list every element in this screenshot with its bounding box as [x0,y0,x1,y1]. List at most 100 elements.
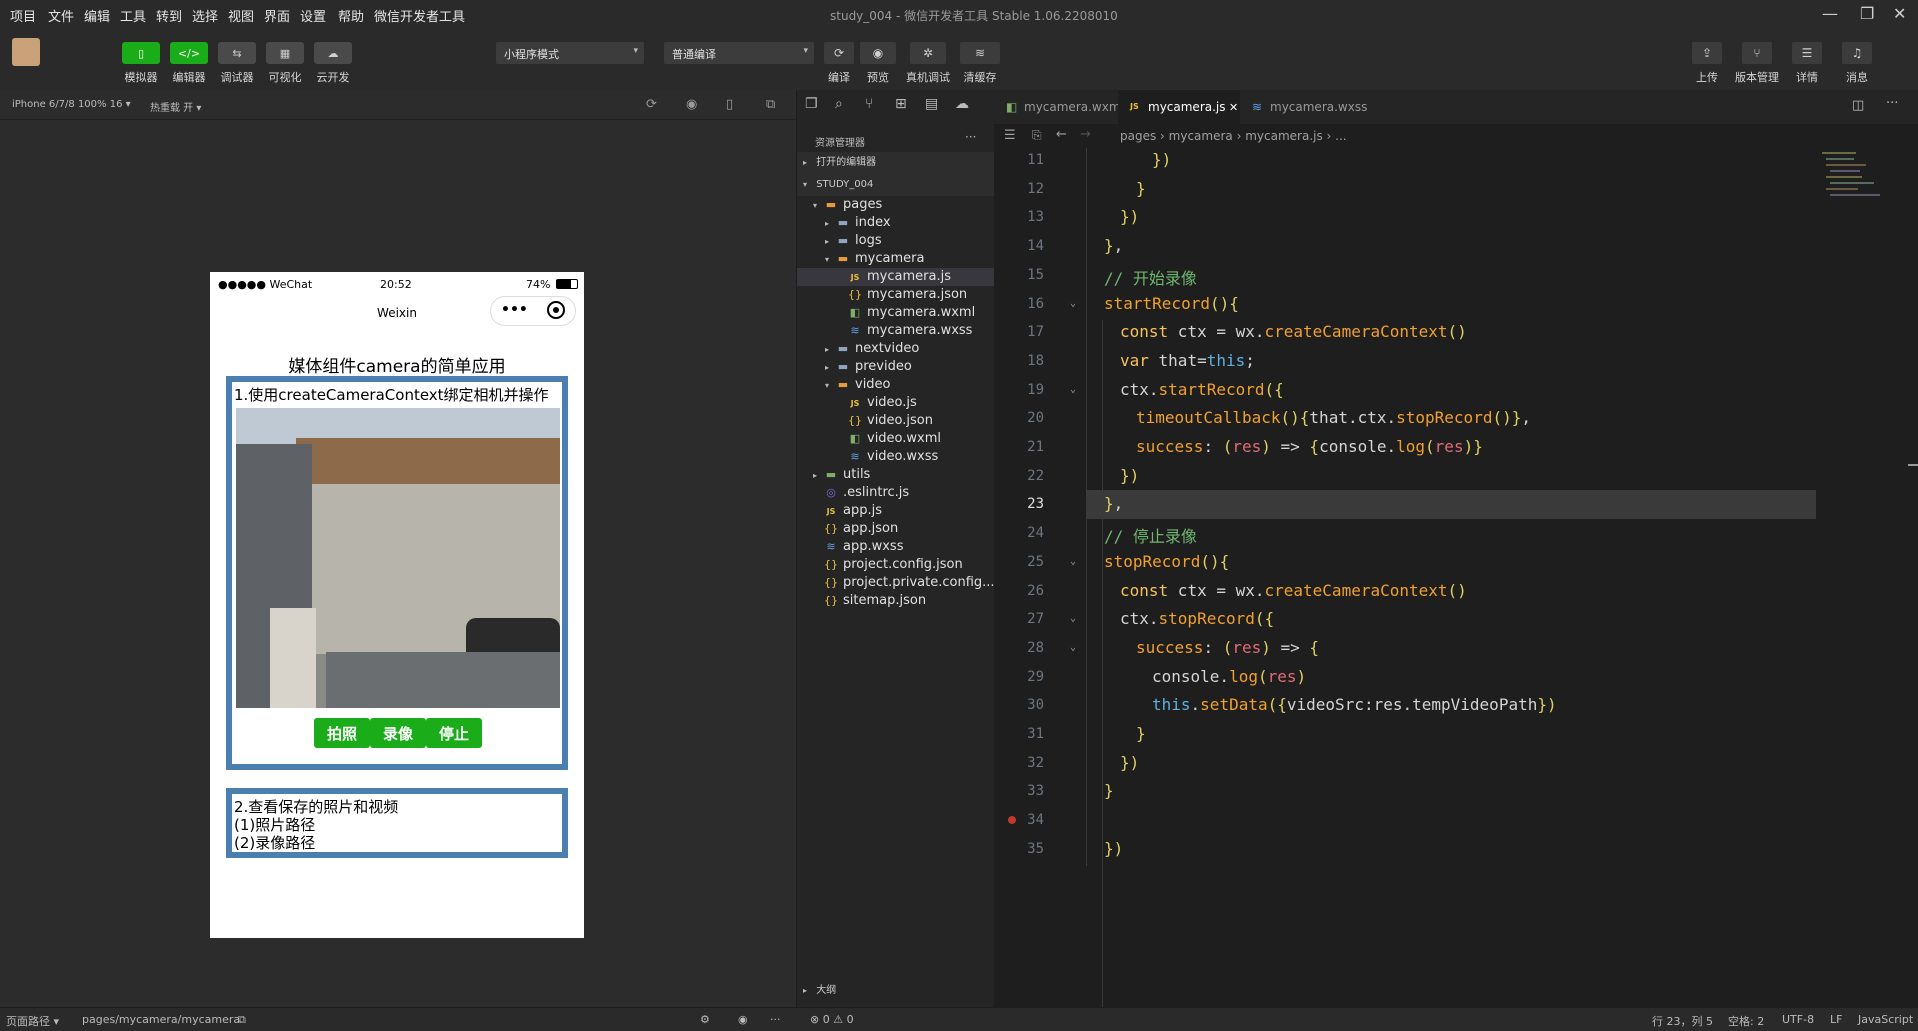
code-line[interactable]: var that=this; [1120,351,1255,370]
toolbar-layers-button[interactable]: ≋ [960,42,1000,64]
code-line[interactable]: }, [1104,236,1123,255]
toolbar-bell-button[interactable]: ♫ [1842,42,1872,64]
tree-file[interactable]: {} project.private.config... [797,574,995,592]
menu-item[interactable]: 工具 [120,6,146,25]
code-line[interactable]: }) [1120,207,1139,226]
exit-icon[interactable] [547,301,565,319]
tree-file[interactable]: ≋ mycamera.wxss [797,322,995,340]
more-icon[interactable]: ··· [770,1013,781,1026]
breadcrumb-item[interactable]: mycamera.js [1245,129,1323,143]
tree-folder[interactable]: ▸ ▬ nextvideo [797,340,995,358]
language-mode[interactable]: JavaScript [1858,1013,1913,1026]
code-line[interactable]: }) [1120,466,1139,485]
tree-folder[interactable]: ▾ ▬ video [797,376,995,394]
close-icon[interactable]: ✕ [1893,4,1906,23]
code-line[interactable]: ctx.startRecord({ [1120,380,1284,399]
device-select[interactable]: iPhone 6/7/8 100% 16 ▾ [12,99,131,110]
bug-icon[interactable]: ⚙ [700,1013,710,1026]
tree-file[interactable]: ◧ video.wxml [797,430,995,448]
more-icon[interactable]: ··· [1886,96,1898,111]
tree-folder[interactable]: ▸ ▬ prevideo [797,358,995,376]
tree-file[interactable]: {} video.json [797,412,995,430]
cloud-icon[interactable]: ☁ [955,96,969,112]
toolbar-branch-button[interactable]: ⑂ [1742,42,1772,64]
fold-chevron-icon[interactable]: ⌄ [1070,642,1076,653]
extensions-icon[interactable]: ⊞ [895,96,907,112]
code-line[interactable]: timeoutCallback(){that.ctx.stopRecord()}… [1136,408,1531,427]
tree-file[interactable]: {} app.json [797,520,995,538]
fold-chevron-icon[interactable]: ⌄ [1070,298,1076,309]
menu-item[interactable]: 帮助 [338,6,364,25]
tree-folder[interactable]: ▾ ▬ mycamera [797,250,995,268]
tree-file[interactable]: ◎ .eslintrc.js [797,484,995,502]
eye-icon[interactable]: ◉ [738,1013,748,1026]
menu-item[interactable]: 编辑 [84,6,110,25]
encoding[interactable]: UTF-8 [1782,1013,1814,1026]
split-editor-icon[interactable]: ◫ [1852,98,1864,113]
tree-folder[interactable]: ▸ ▬ utils [797,466,995,484]
code-line[interactable]: }) [1120,753,1139,772]
compile-select[interactable]: 普通编译 ▾ [664,42,814,64]
start-record-button[interactable]: 录像 [370,718,426,748]
forward-icon[interactable]: → [1080,127,1091,142]
code-area[interactable]: 11}) 12} 13}) 14}, 15 // 开始录像 16 startRecord(){… [994,148,1918,1007]
storage-icon[interactable]: ▤ [925,96,938,112]
toolbar-debug-button[interactable]: ⇆ [218,42,256,64]
code-line[interactable]: } [1104,781,1114,800]
more-icon[interactable]: ··· [965,130,976,144]
source-control-icon[interactable]: ⑂ [865,96,873,112]
fold-chevron-icon[interactable]: ⌄ [1070,613,1076,624]
menu-item[interactable]: 转到 [156,6,182,25]
stop-record-button[interactable]: 停止 [426,718,482,748]
breadcrumb-item[interactable]: mycamera [1169,129,1233,143]
menu-item[interactable]: 文件 [48,6,74,25]
device-icon[interactable]: ▯ [726,97,733,112]
tree-file[interactable]: JS mycamera.js [797,268,995,286]
tree-file[interactable]: ≋ video.wxss [797,448,995,466]
tree-file[interactable]: {} mycamera.json [797,286,995,304]
more-icon[interactable]: ••• [501,302,528,318]
search-icon[interactable]: ⌕ [835,96,843,112]
breadcrumb-item[interactable]: pages [1120,129,1156,143]
code-line[interactable]: } [1136,179,1146,198]
stop-icon[interactable]: ◉ [686,97,697,112]
tree-file[interactable]: ≋ app.wxss [797,538,995,556]
tree-folder[interactable]: ▾ ▬ pages [797,196,995,214]
tree-file[interactable]: JS app.js [797,502,995,520]
minimap[interactable] [1822,148,1882,228]
rotate-icon[interactable]: ⟳ [646,97,657,112]
tree-file[interactable]: {} project.config.json [797,556,995,574]
menu-item[interactable]: 视图 [228,6,254,25]
toolbar-layout-button[interactable]: ▦ [266,42,304,64]
tree-file[interactable]: {} sitemap.json [797,592,995,610]
code-line[interactable]: } [1136,724,1146,743]
code-line[interactable]: success: (res) => {console.log(res)} [1136,437,1483,456]
avatar[interactable] [12,38,40,66]
cursor-position[interactable]: 行 23，列 5 [1652,1013,1713,1029]
back-icon[interactable]: ← [1056,127,1067,142]
tab-mycamera-wxss[interactable]: ≋ mycamera.wxss [1240,90,1368,124]
files-icon[interactable]: ❐ [805,96,818,112]
tree-folder[interactable]: ▸ ▬ index [797,214,995,232]
toolbar-refresh-button[interactable]: ⟳ [824,42,854,64]
toolbar-bug-button[interactable]: ✲ [910,42,946,64]
list-icon[interactable]: ☰ [1004,128,1016,143]
tree-file[interactable]: JS video.js [797,394,995,412]
eol[interactable]: LF [1830,1013,1842,1026]
toolbar-cloud-button[interactable]: ☁ [314,42,352,64]
code-line[interactable]: }) [1152,150,1171,169]
open-editors-section[interactable]: ▸ 打开的编辑器 [797,152,995,174]
code-line[interactable]: console.log(res) [1152,667,1306,686]
menu-item[interactable]: 设置 [300,6,326,25]
code-line[interactable]: this.setData({videoSrc:res.tempVideoPath… [1152,695,1557,714]
problems-count[interactable]: ⊗ 0 ⚠ 0 [810,1013,854,1026]
page-path-label[interactable]: 页面路径 ▾ [6,1013,59,1029]
code-line[interactable]: const ctx = wx.createCameraContext() [1120,322,1467,341]
minimize-icon[interactable]: — [1822,4,1838,23]
toolbar-eye-button[interactable]: ◉ [860,42,896,64]
toolbar-menu-button[interactable]: ☰ [1792,42,1822,64]
toolbar-upload-button[interactable]: ⇪ [1692,42,1722,64]
tab-mycamera-wxml[interactable]: ◧ mycamera.wxml [994,90,1124,124]
code-line[interactable]: stopRecord(){ [1104,552,1229,571]
code-line[interactable]: ctx.stopRecord({ [1120,609,1274,628]
